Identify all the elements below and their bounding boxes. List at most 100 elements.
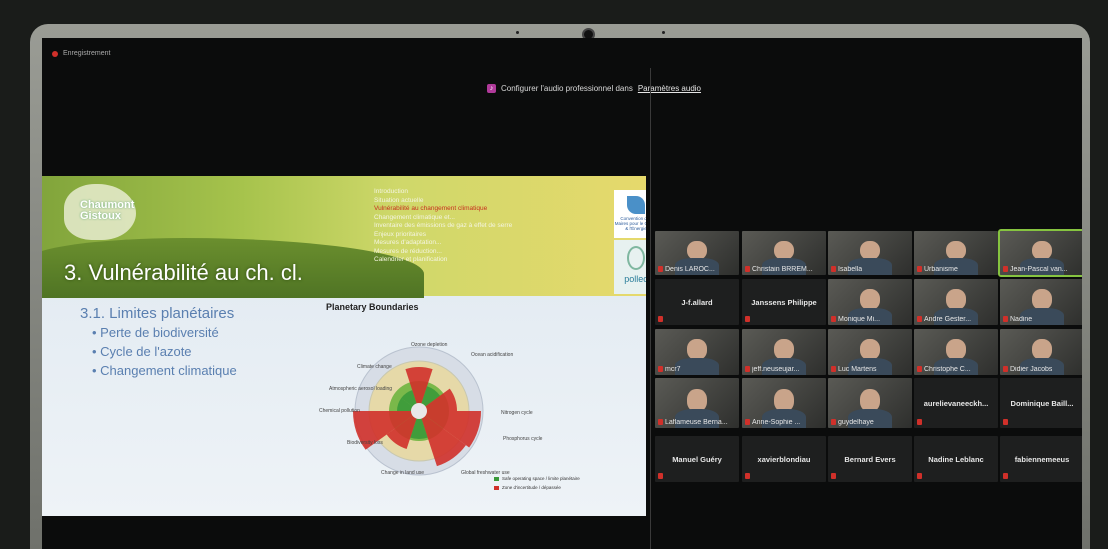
participant-video [945, 289, 967, 310]
bullet-heading: 3.1. Limites planétaires [80, 305, 235, 322]
muted-mic-icon [745, 366, 750, 372]
participant-tile[interactable]: Isabella [828, 231, 912, 275]
participant-name: Isabella [838, 266, 863, 273]
participant-name: Andre Gester... [924, 316, 972, 323]
sensor-dot [662, 31, 665, 34]
slide-title: 3. Vulnérabilité au ch. cl. [64, 260, 303, 285]
participant-tile[interactable]: guydelhaye [828, 378, 912, 428]
label-ozone: Ozone depletion [411, 342, 448, 348]
muted-mic-icon [745, 473, 750, 479]
bullet-item: • Perte de biodiversité [92, 325, 219, 340]
participant-tile[interactable]: Andre Gester... [914, 279, 998, 325]
audio-banner: ♪ Configurer l'audio professionnel dans … [487, 84, 701, 93]
participant-tile[interactable]: Laflameuse Berna... [655, 378, 739, 428]
participant-tile[interactable]: Nadine [1000, 279, 1082, 325]
muted-mic-icon [917, 473, 922, 479]
muted-mic-icon [1003, 366, 1008, 372]
participant-tile[interactable]: Janssens Philippe [742, 279, 826, 325]
participant-tile[interactable]: Nadine Leblanc [914, 436, 998, 482]
participant-tile[interactable]: J-f.allard [655, 279, 739, 325]
banner-text: Configurer l'audio professionnel dans [501, 84, 633, 93]
agenda-item: Vulnérabilité au changement climatique [374, 205, 488, 212]
participant-tile[interactable]: mcr7 [655, 329, 739, 375]
covenant-logo: Convention des Maires pour le Climat & l… [614, 190, 646, 238]
muted-mic-icon [831, 266, 836, 272]
recording-label: Enregistrement [63, 50, 111, 57]
zoom-window: Enregistrement ♪ Configurer l'audio prof… [42, 38, 1082, 549]
participant-name: Nadine [1010, 316, 1033, 323]
split-divider[interactable] [650, 68, 651, 549]
participant-video [773, 339, 795, 360]
participant-name: Nadine Leblanc [928, 455, 984, 465]
agenda-item: Situation actuelle [374, 196, 424, 204]
participant-tile[interactable]: Christophe C... [914, 329, 998, 375]
participant-name: xavierblondiau [757, 455, 811, 465]
muted-mic-icon [745, 316, 750, 322]
participant-name: Bernard Evers [844, 455, 896, 465]
agenda-item: Mesures de réduction... [374, 247, 442, 255]
participant-video [945, 339, 967, 360]
chart-title: Planetary Boundaries [326, 302, 419, 312]
label-chemical: Chemical pollution [319, 408, 360, 414]
participant-tile[interactable]: xavierblondiau [742, 436, 826, 482]
participant-tile[interactable]: Urbanisme [914, 231, 998, 275]
participant-tile[interactable]: Dominique Baill... [1000, 378, 1082, 428]
agenda-item: Mesures d'adaptation... [374, 239, 442, 246]
participant-name: Jean-Pascal van... [1010, 266, 1068, 273]
muted-mic-icon [1003, 266, 1008, 272]
legend-exceeded: Zone d'incertitude / dépassée [494, 485, 561, 490]
label-land-use: Change in land use [381, 470, 425, 476]
muted-mic-icon [1003, 473, 1008, 479]
agenda-item: Introduction [374, 188, 408, 195]
muted-mic-icon [917, 266, 922, 272]
agenda-list: Introduction Situation actuelle Vulnérabil… [374, 188, 512, 265]
participant-tile[interactable]: fabiennemeeus [1000, 436, 1082, 482]
participant-name: Anne-Sophie ... [752, 419, 801, 426]
participant-tile[interactable]: Anne-Sophie ... [742, 378, 826, 428]
label-nitrogen: Nitrogen cycle [501, 410, 533, 416]
participant-tile[interactable]: Jean-Pascal van... [998, 229, 1082, 277]
slide-bullets: 3.1. Limites planétaires • Perte de biod… [80, 304, 237, 380]
bullet-item: • Cycle de l'azote [92, 344, 192, 359]
audio-settings-link[interactable]: Paramètres audio [638, 84, 701, 93]
center-circle [411, 403, 427, 419]
label-biodiversity: Biodiversity loss [347, 440, 383, 446]
participant-video [686, 339, 708, 360]
muted-mic-icon [917, 419, 922, 425]
recording-indicator[interactable]: Enregistrement [52, 50, 110, 57]
participant-tile[interactable]: Luc Martens [828, 329, 912, 375]
muted-mic-icon [1003, 419, 1008, 425]
music-note-icon: ♪ [487, 84, 496, 93]
agenda-item: Enjeux prioritaires [374, 230, 427, 238]
participant-name: Urbanisme [924, 266, 958, 273]
participant-tile[interactable]: Denis LAROC... [655, 231, 739, 275]
sensor-dot [516, 31, 519, 34]
muted-mic-icon [831, 419, 836, 425]
participant-name: Didier Jacobs [1010, 366, 1053, 373]
participant-tile[interactable]: Didier Jacobs [1000, 329, 1082, 375]
participant-tile[interactable]: Monique Mi... [828, 279, 912, 325]
participant-tile[interactable]: aurelievaneeckh... [914, 378, 998, 428]
participant-name: jeff.neuseujar... [752, 366, 800, 373]
participant-name: Dominique Baill... [1010, 399, 1074, 408]
muted-mic-icon [831, 366, 836, 372]
participant-name: Christain BRREM... [752, 266, 813, 273]
muted-mic-icon [658, 473, 663, 479]
participant-tile[interactable]: Manuel Guéry [655, 436, 739, 482]
label-climate: Climate change [357, 364, 392, 370]
participant-name: fabiennemeeus [1014, 455, 1070, 465]
participant-name: aurelievaneeckh... [923, 399, 989, 408]
participant-name: Laflameuse Berna... [665, 419, 728, 426]
participant-tile[interactable]: Christain BRREM... [742, 231, 826, 275]
shared-slide: Chaumont Gistoux 3. Vulnérabilité au ch.… [42, 176, 646, 516]
participant-name: J-f.allard [681, 298, 713, 308]
participant-tile[interactable]: Bernard Evers [828, 436, 912, 482]
muted-mic-icon [917, 366, 922, 372]
pollec-logo: pollec [614, 240, 646, 294]
participant-name: Luc Martens [838, 366, 877, 373]
participant-tile[interactable]: jeff.neuseujar... [742, 329, 826, 375]
participant-video-body [675, 357, 719, 375]
agenda-item: Inventaire des émissions de gaz à effet … [374, 222, 513, 229]
figure-icon [627, 246, 645, 270]
agenda-item: Changement climatique et... [374, 213, 455, 221]
